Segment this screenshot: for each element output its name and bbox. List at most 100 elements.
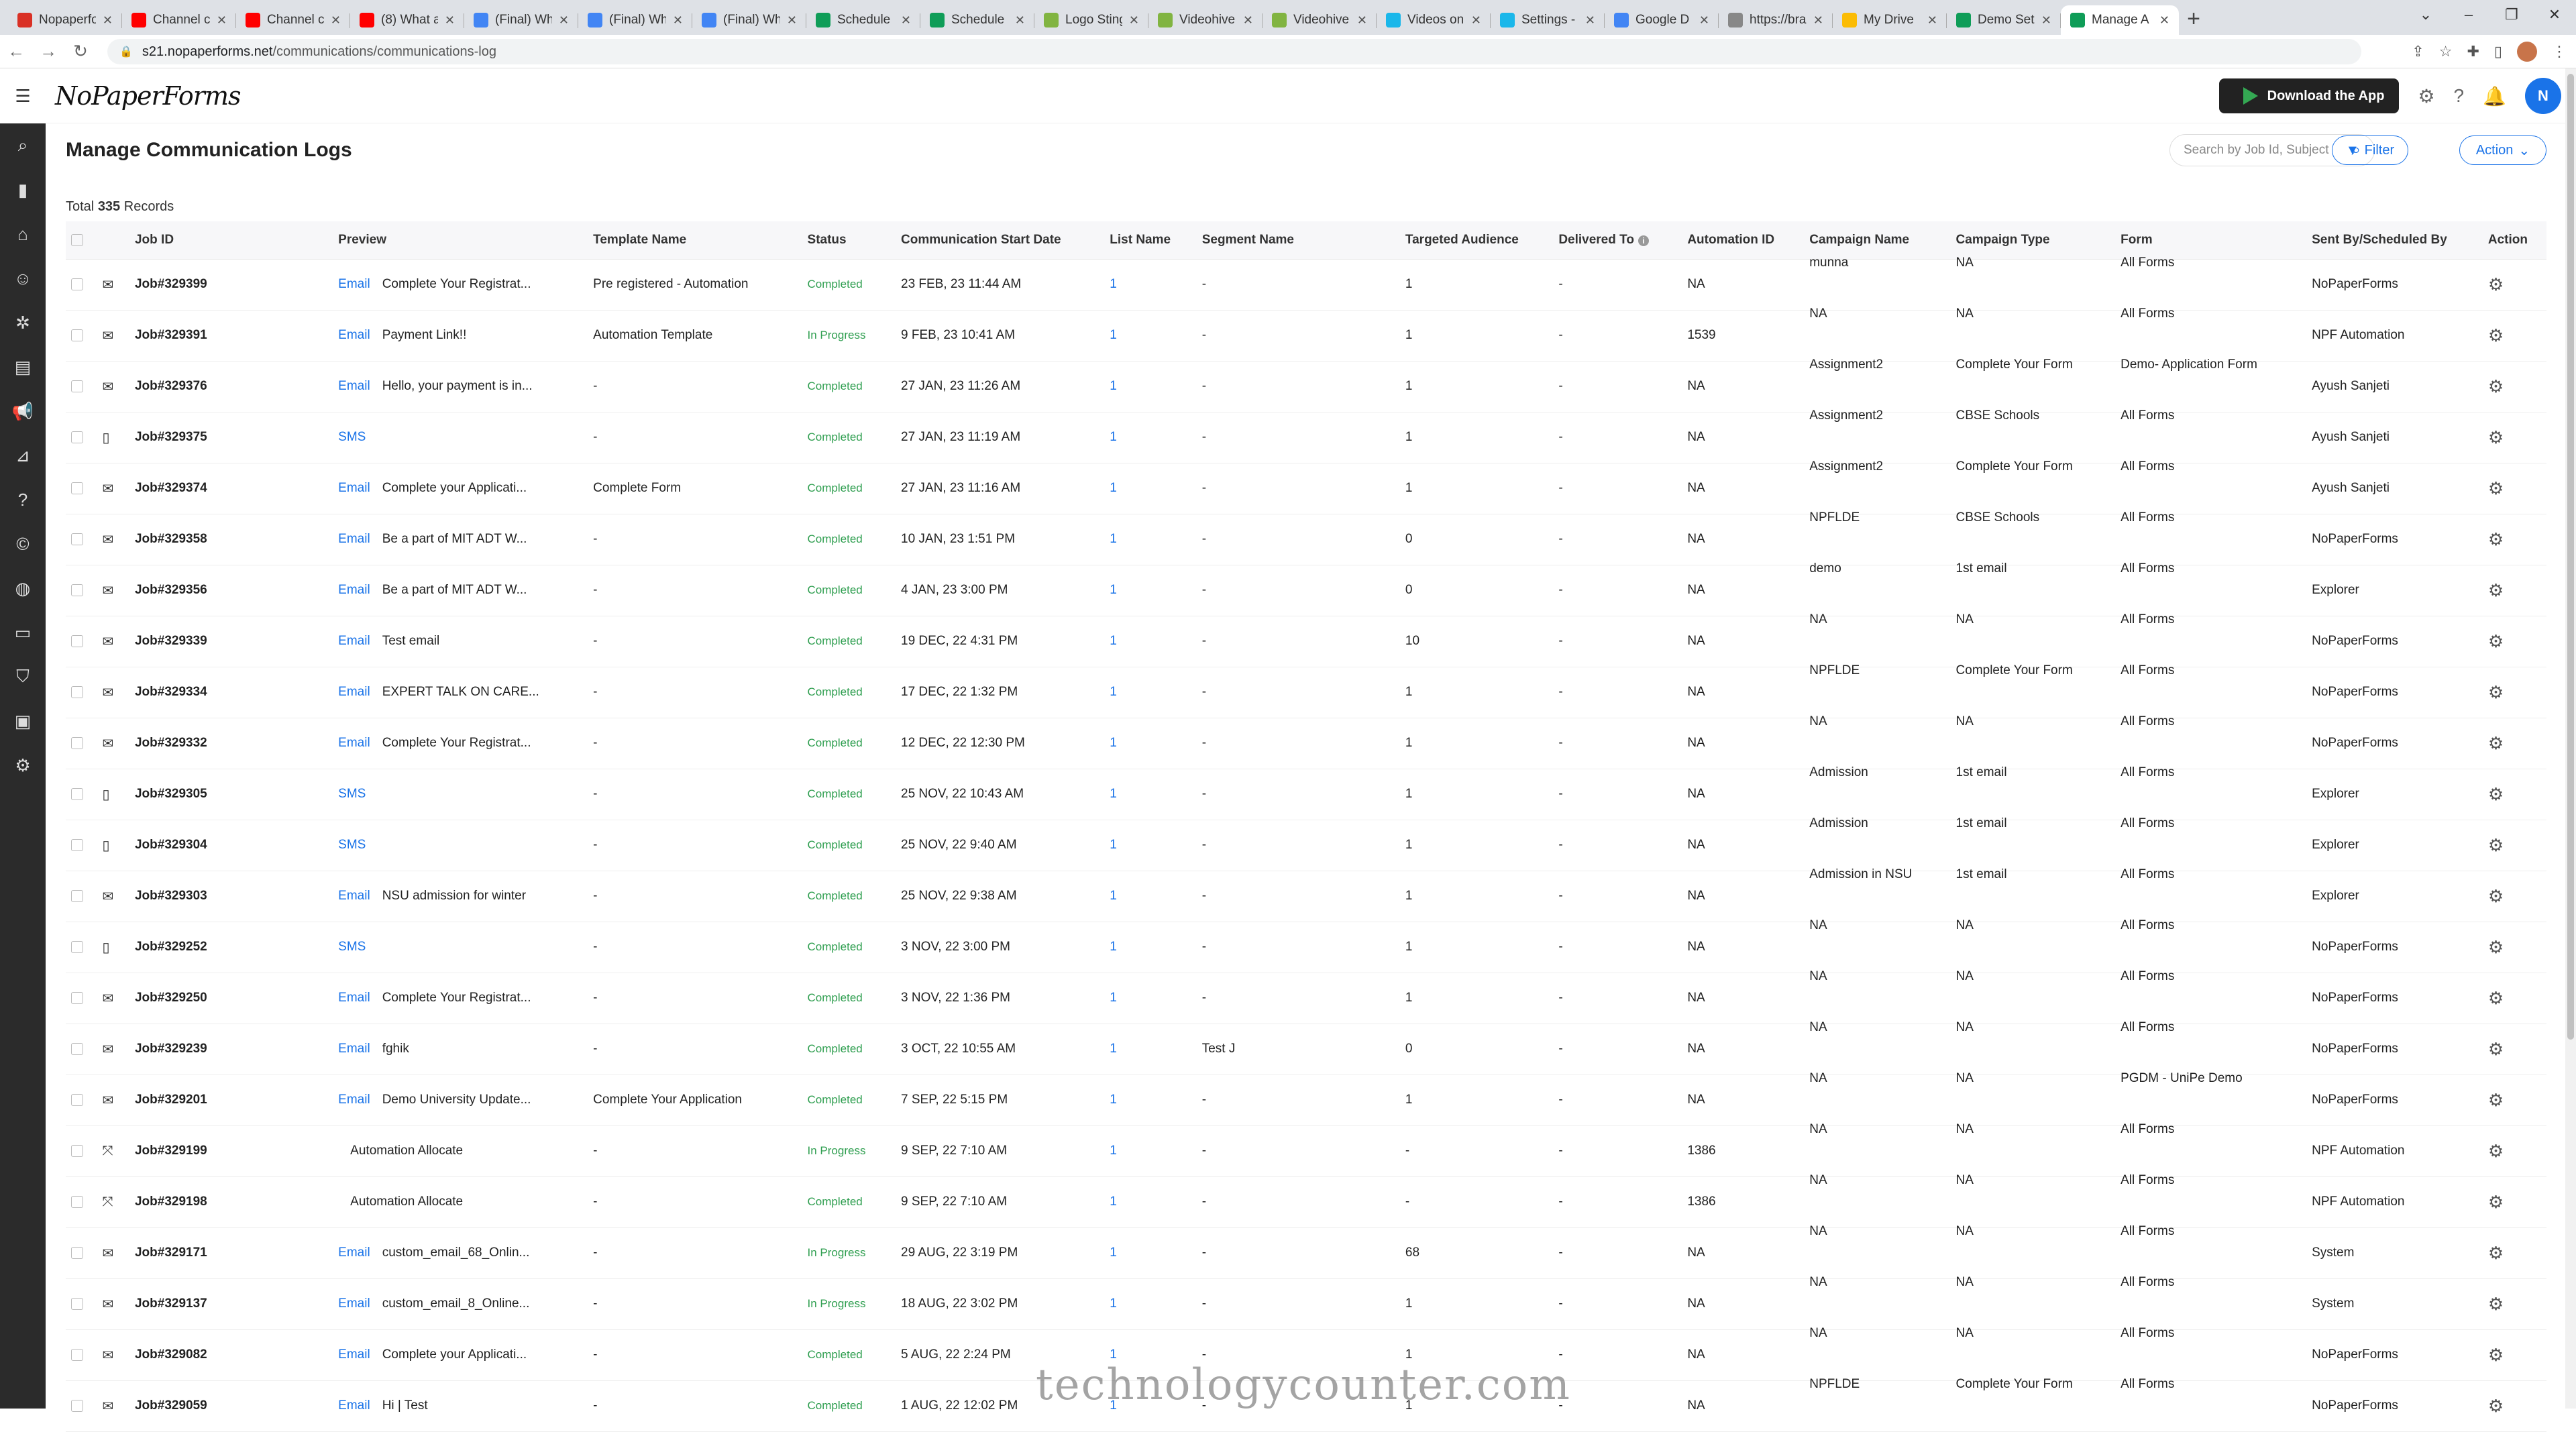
row-checkbox[interactable] bbox=[71, 1246, 83, 1259]
preview-cell[interactable]: SMS bbox=[333, 922, 588, 973]
tab-close-icon[interactable]: ✕ bbox=[787, 13, 797, 27]
list-name-link[interactable]: 1 bbox=[1104, 412, 1197, 463]
list-name-link[interactable]: 1 bbox=[1104, 1024, 1197, 1075]
tab-close-icon[interactable]: ✕ bbox=[217, 13, 227, 27]
table-row[interactable]: ✉ Job#329399 Email Complete Your Registrat.… bbox=[66, 255, 2546, 311]
row-checkbox[interactable] bbox=[71, 584, 83, 596]
row-settings-gear-icon[interactable]: ⚙ bbox=[2488, 580, 2504, 600]
channel-link[interactable]: Email bbox=[338, 1297, 370, 1311]
row-settings-gear-icon[interactable]: ⚙ bbox=[2488, 1090, 2504, 1110]
table-row[interactable]: ✉ Job#329374 Email Complete your Applicati.… bbox=[66, 459, 2546, 514]
channel-link[interactable]: Email bbox=[338, 583, 370, 597]
browser-tab[interactable]: Google D ✕ bbox=[1605, 5, 1719, 35]
row-settings-gear-icon[interactable]: ⚙ bbox=[2488, 427, 2504, 447]
url-input[interactable]: 🔒 s21.nopaperforms.net/communications/co… bbox=[107, 39, 2361, 64]
row-settings-gear-icon[interactable]: ⚙ bbox=[2488, 376, 2504, 396]
network-icon[interactable]: ✲ bbox=[0, 300, 46, 345]
job-id[interactable]: Job#329171 bbox=[129, 1227, 333, 1279]
table-row[interactable]: ✉ Job#329137 Email custom_email_8_Online...… bbox=[66, 1274, 2546, 1330]
row-settings-gear-icon[interactable]: ⚙ bbox=[2488, 1141, 2504, 1161]
lock-icon[interactable]: 🔒 bbox=[119, 45, 133, 58]
table-row[interactable]: ✉ Job#329250 Email Complete Your Registrat.… bbox=[66, 969, 2546, 1024]
preview-cell[interactable]: Email Complete your Applicati... bbox=[333, 463, 588, 514]
row-checkbox[interactable] bbox=[71, 1297, 83, 1310]
job-id[interactable]: Job#329334 bbox=[129, 667, 333, 718]
tab-close-icon[interactable]: ✕ bbox=[1129, 13, 1139, 27]
tab-close-icon[interactable]: ✕ bbox=[559, 13, 569, 27]
row-settings-gear-icon[interactable]: ⚙ bbox=[2488, 325, 2504, 345]
browser-tab[interactable]: Videohive ✕ bbox=[1148, 5, 1263, 35]
browser-tab[interactable]: Manage A ✕ bbox=[2061, 5, 2179, 35]
preview-cell[interactable]: Email Demo University Update... bbox=[333, 1075, 588, 1126]
job-id[interactable]: Job#329198 bbox=[129, 1176, 333, 1228]
browser-tab[interactable]: Videohive ✕ bbox=[1263, 5, 1377, 35]
job-id[interactable]: Job#329059 bbox=[129, 1380, 333, 1432]
channel-link[interactable]: SMS bbox=[338, 430, 366, 444]
table-row[interactable]: ✉ Job#329332 Email Complete Your Registrat.… bbox=[66, 714, 2546, 769]
table-row[interactable]: ⤧ Job#329199 Automation Allocate - In Progre… bbox=[66, 1121, 2546, 1177]
bookmark-star-icon[interactable]: ☆ bbox=[2439, 43, 2453, 60]
tab-close-icon[interactable]: ✕ bbox=[2041, 13, 2051, 27]
row-checkbox[interactable] bbox=[71, 635, 83, 647]
job-id[interactable]: Job#329082 bbox=[129, 1329, 333, 1381]
row-checkbox[interactable] bbox=[71, 533, 83, 545]
list-name-link[interactable]: 1 bbox=[1104, 973, 1197, 1024]
preview-cell[interactable]: SMS bbox=[333, 820, 588, 871]
list-name-link[interactable]: 1 bbox=[1104, 1227, 1197, 1279]
row-checkbox[interactable] bbox=[71, 838, 83, 851]
list-name-link[interactable]: 1 bbox=[1104, 769, 1197, 820]
job-id[interactable]: Job#329332 bbox=[129, 718, 333, 769]
channel-link[interactable]: Email bbox=[338, 736, 370, 750]
browser-tab[interactable]: Schedule ✕ bbox=[920, 5, 1034, 35]
tab-close-icon[interactable]: ✕ bbox=[1471, 13, 1481, 27]
forms-icon[interactable]: ▤ bbox=[0, 345, 46, 389]
list-name-link[interactable]: 1 bbox=[1104, 565, 1197, 616]
tab-close-icon[interactable]: ✕ bbox=[1243, 13, 1253, 27]
list-name-link[interactable]: 1 bbox=[1104, 1075, 1197, 1126]
preview-cell[interactable]: Email EXPERT TALK ON CARE... bbox=[333, 667, 588, 718]
job-id[interactable]: Job#329399 bbox=[129, 259, 333, 311]
job-id[interactable]: Job#329391 bbox=[129, 310, 333, 362]
channel-link[interactable]: SMS bbox=[338, 838, 366, 852]
preview-cell[interactable]: Email Be a part of MIT ADT W... bbox=[333, 514, 588, 565]
browser-tab[interactable]: Videos on ✕ bbox=[1377, 5, 1491, 35]
row-checkbox[interactable] bbox=[71, 1348, 83, 1361]
id-card-icon[interactable]: ▣ bbox=[0, 699, 46, 743]
preview-cell[interactable]: Email fghik bbox=[333, 1024, 588, 1075]
sidepanel-icon[interactable]: ▯ bbox=[2494, 43, 2502, 60]
preview-cell[interactable]: Email custom_email_8_Online... bbox=[333, 1278, 588, 1330]
channel-link[interactable]: Email bbox=[338, 991, 370, 1005]
tab-close-icon[interactable]: ✕ bbox=[1927, 13, 1937, 27]
preview-cell[interactable]: Automation Allocate bbox=[333, 1125, 588, 1177]
reload-icon[interactable]: ↻ bbox=[64, 41, 97, 62]
job-id[interactable]: Job#329375 bbox=[129, 412, 333, 463]
forward-icon[interactable]: → bbox=[32, 41, 64, 62]
preview-cell[interactable]: SMS bbox=[333, 769, 588, 820]
tab-close-icon[interactable]: ✕ bbox=[1357, 13, 1367, 27]
browser-tab[interactable]: Channel c ✕ bbox=[236, 5, 350, 35]
help-icon[interactable]: ? bbox=[2454, 85, 2465, 107]
preview-cell[interactable]: Email Complete Your Registrat... bbox=[333, 718, 588, 769]
channel-link[interactable]: Email bbox=[338, 685, 370, 699]
tab-close-icon[interactable]: ✕ bbox=[331, 13, 341, 27]
reports-icon[interactable]: ⊿ bbox=[0, 433, 46, 478]
channel-link[interactable]: Email bbox=[338, 328, 370, 342]
new-tab-icon[interactable]: + bbox=[2179, 5, 2208, 35]
preview-cell[interactable]: Email Payment Link!! bbox=[333, 310, 588, 362]
row-settings-gear-icon[interactable]: ⚙ bbox=[2488, 937, 2504, 957]
browser-menu-icon[interactable]: ⋮ bbox=[2552, 43, 2567, 60]
row-settings-gear-icon[interactable]: ⚙ bbox=[2488, 1396, 2504, 1416]
channel-link[interactable]: Email bbox=[338, 1398, 370, 1413]
profile-avatar[interactable] bbox=[2517, 42, 2537, 62]
settings-gear-icon[interactable]: ⚙ bbox=[0, 743, 46, 787]
job-id[interactable]: Job#329252 bbox=[129, 922, 333, 973]
preview-cell[interactable]: Email Be a part of MIT ADT W... bbox=[333, 565, 588, 616]
channel-link[interactable]: Email bbox=[338, 277, 370, 291]
row-settings-gear-icon[interactable]: ⚙ bbox=[2488, 1039, 2504, 1059]
tab-close-icon[interactable]: ✕ bbox=[1699, 13, 1709, 27]
row-checkbox[interactable] bbox=[71, 329, 83, 341]
table-row[interactable]: ✉ Job#329356 Email Be a part of MIT ADT W..… bbox=[66, 561, 2546, 616]
browser-tab[interactable]: Settings - ✕ bbox=[1491, 5, 1605, 35]
communication-megaphone-icon[interactable]: 📢 bbox=[0, 389, 46, 433]
browser-tab[interactable]: My Drive ✕ bbox=[1833, 5, 1947, 35]
